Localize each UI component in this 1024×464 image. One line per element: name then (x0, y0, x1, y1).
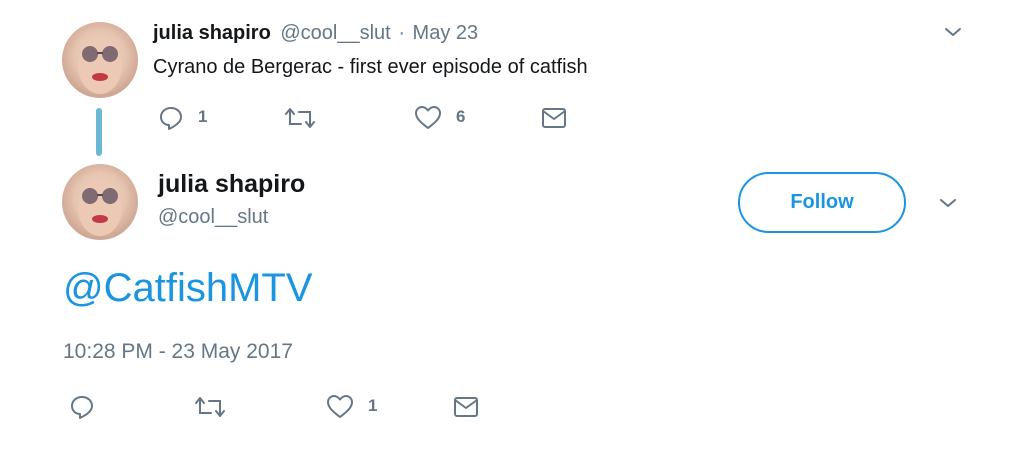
message-icon[interactable] (453, 396, 479, 418)
author-handle[interactable]: @cool__slut (158, 206, 268, 229)
reply-count: 1 (198, 107, 208, 126)
author-name[interactable]: julia shapiro (158, 170, 305, 199)
like-count: 1 (368, 396, 378, 415)
reply-icon[interactable] (158, 105, 184, 131)
retweet-icon[interactable] (285, 106, 315, 130)
reply-tweet-header: julia shapiro @cool__slut · May 23 (153, 22, 478, 45)
mention-link[interactable]: @CatfishMTV (63, 266, 313, 311)
separator: · (398, 22, 405, 44)
message-icon[interactable] (541, 107, 567, 129)
author-name[interactable]: julia shapiro (153, 22, 271, 44)
follow-button[interactable]: Follow (738, 172, 906, 233)
chevron-down-icon[interactable] (939, 197, 957, 209)
tweet-timestamp[interactable]: 10:28 PM - 23 May 2017 (63, 340, 293, 364)
reply-icon[interactable] (69, 394, 95, 420)
like-count: 6 (456, 107, 466, 126)
avatar[interactable] (62, 22, 138, 98)
author-handle[interactable]: @cool__slut (280, 22, 390, 44)
heart-icon[interactable] (414, 105, 442, 131)
retweet-icon[interactable] (195, 395, 225, 419)
heart-icon[interactable] (326, 394, 354, 420)
tweet-text: Cyrano de Bergerac - first ever episode … (153, 56, 588, 78)
avatar[interactable] (62, 164, 138, 240)
tweet-date[interactable]: May 23 (413, 22, 479, 44)
thread-line (96, 108, 102, 156)
chevron-down-icon[interactable] (944, 26, 962, 38)
